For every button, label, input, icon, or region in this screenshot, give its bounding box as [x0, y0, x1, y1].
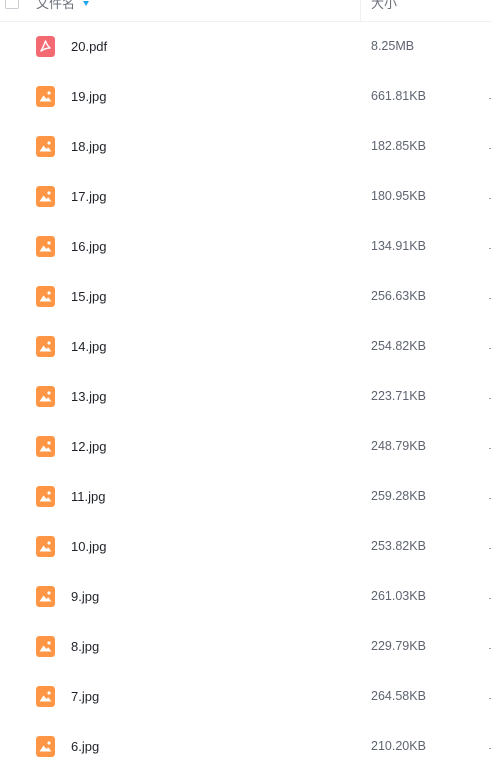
file-size: 254.82KB — [371, 339, 426, 353]
file-size: 259.28KB — [371, 489, 426, 503]
name-column-header[interactable]: 文件名 — [36, 0, 90, 12]
file-size: 210.20KB — [371, 739, 426, 753]
file-row[interactable]: 6.jpg 210.20KB — [0, 722, 491, 772]
image-icon — [36, 236, 55, 257]
image-icon — [36, 186, 55, 207]
file-size: 182.85KB — [371, 139, 426, 153]
file-row[interactable]: 19.jpg 661.81KB — [0, 72, 491, 122]
file-size: 180.95KB — [371, 189, 426, 203]
image-icon — [36, 636, 55, 657]
file-name[interactable]: 15.jpg — [71, 289, 106, 304]
image-icon — [36, 486, 55, 507]
size-column-header[interactable]: 大小 — [371, 0, 397, 12]
file-size: 248.79KB — [371, 439, 426, 453]
image-icon — [36, 336, 55, 357]
file-name[interactable]: 16.jpg — [71, 239, 106, 254]
image-icon — [36, 536, 55, 557]
file-row[interactable]: 8.jpg 229.79KB — [0, 622, 491, 672]
file-name[interactable]: 13.jpg — [71, 389, 106, 404]
image-icon — [36, 436, 55, 457]
file-row[interactable]: 13.jpg 223.71KB — [0, 372, 491, 422]
file-name[interactable]: 9.jpg — [71, 589, 99, 604]
image-icon — [36, 136, 55, 157]
file-name[interactable]: 8.jpg — [71, 639, 99, 654]
file-row[interactable]: 11.jpg 259.28KB — [0, 472, 491, 522]
file-row[interactable]: 17.jpg 180.95KB — [0, 172, 491, 222]
file-size: 8.25MB — [371, 39, 415, 53]
name-column-label: 文件名 — [36, 0, 76, 11]
file-name[interactable]: 20.pdf — [71, 39, 107, 54]
sort-down-icon[interactable] — [83, 1, 90, 6]
image-icon — [36, 286, 55, 307]
file-row[interactable]: 9.jpg 261.03KB — [0, 572, 491, 622]
file-size: 661.81KB — [371, 89, 426, 103]
file-name[interactable]: 12.jpg — [71, 439, 106, 454]
select-all-checkbox[interactable] — [5, 0, 19, 9]
file-name[interactable]: 7.jpg — [71, 689, 99, 704]
file-list-header: 文件名 大小 — [0, 0, 491, 22]
pdf-icon — [36, 36, 55, 57]
file-row[interactable]: 7.jpg 264.58KB — [0, 672, 491, 722]
file-row[interactable]: 10.jpg 253.82KB — [0, 522, 491, 572]
file-row[interactable]: 18.jpg 182.85KB — [0, 122, 491, 172]
file-size: 261.03KB — [371, 589, 426, 603]
column-divider — [360, 0, 361, 21]
file-name[interactable]: 17.jpg — [71, 189, 106, 204]
file-name[interactable]: 11.jpg — [71, 489, 105, 504]
file-size: 253.82KB — [371, 539, 426, 553]
file-size: 256.63KB — [371, 289, 426, 303]
file-row[interactable]: 20.pdf 8.25MB — [0, 22, 491, 72]
file-size: 134.91KB — [371, 239, 426, 253]
file-row[interactable]: 14.jpg 254.82KB — [0, 322, 491, 372]
file-name[interactable]: 14.jpg — [71, 339, 106, 354]
file-list: 20.pdf 8.25MB 19.jpg 661.81KB 18.jpg 182.85KB… — [0, 22, 491, 772]
image-icon — [36, 386, 55, 407]
file-row[interactable]: 12.jpg 248.79KB — [0, 422, 491, 472]
file-size: 223.71KB — [371, 389, 426, 403]
file-size: 264.58KB — [371, 689, 426, 703]
file-name[interactable]: 18.jpg — [71, 139, 106, 154]
image-icon — [36, 586, 55, 607]
file-row[interactable]: 15.jpg 256.63KB — [0, 272, 491, 322]
file-name[interactable]: 19.jpg — [71, 89, 106, 104]
file-size: 229.79KB — [371, 639, 426, 653]
file-row[interactable]: 16.jpg 134.91KB — [0, 222, 491, 272]
image-icon — [36, 686, 55, 707]
file-name[interactable]: 10.jpg — [71, 539, 106, 554]
image-icon — [36, 86, 55, 107]
